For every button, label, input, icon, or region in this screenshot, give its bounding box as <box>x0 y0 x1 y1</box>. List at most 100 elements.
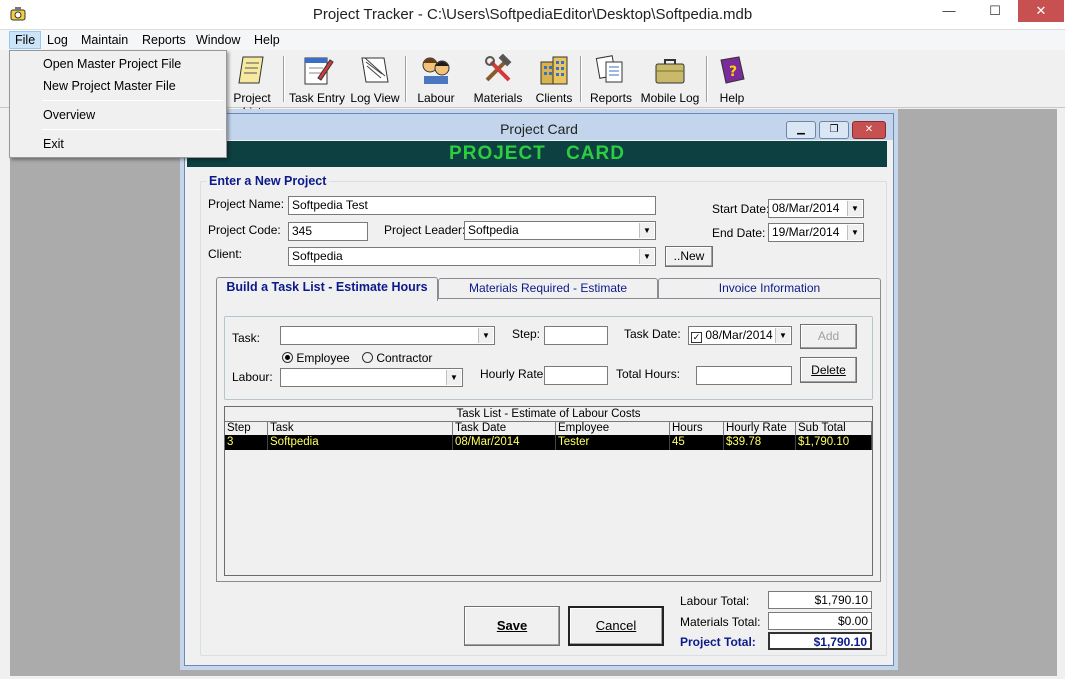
toolbar-separator <box>706 56 708 102</box>
toolbar-log-view[interactable]: Log View <box>349 54 401 105</box>
minimize-button[interactable]: — <box>926 0 972 22</box>
grid-cell-step[interactable]: 3 <box>225 435 268 450</box>
toolbar-clients[interactable]: Clients <box>533 54 575 105</box>
grid-header-employee[interactable]: Employee <box>556 421 670 435</box>
contractor-radio[interactable]: Contractor <box>362 351 432 365</box>
grid-cell-task-date[interactable]: 08/Mar/2014 <box>453 435 556 450</box>
grid-header-sub-total[interactable]: Sub Total <box>796 421 872 435</box>
grid-cell-sub-total[interactable]: $1,790.10 <box>796 435 872 450</box>
grid-cell-hourly-rate[interactable]: $39.78 <box>724 435 796 450</box>
chevron-down-icon[interactable]: ▼ <box>639 249 654 264</box>
toolbar-label: Mobile Log <box>640 91 700 105</box>
hourly-rate-input[interactable] <box>544 366 608 385</box>
tab-materials-required[interactable]: Materials Required - Estimate <box>438 278 658 299</box>
menu-item-overview[interactable]: Overview <box>10 105 226 125</box>
cancel-button[interactable]: Cancel <box>568 606 664 646</box>
start-date-picker[interactable]: 08/Mar/2014 ▼ <box>768 199 864 218</box>
project-leader-label: Project Leader: <box>384 223 466 237</box>
toolbar-label: Clients <box>535 91 573 105</box>
task-date-picker[interactable]: ✓ 08/Mar/2014 ▼ <box>688 326 792 345</box>
project-leader-select[interactable]: Softpedia ▼ <box>464 221 656 240</box>
toolbar-mobile-log[interactable]: Mobile Log <box>639 54 701 105</box>
step-input[interactable] <box>544 326 608 345</box>
end-date-value: 19/Mar/2014 <box>772 225 840 239</box>
employee-radio-label: Employee <box>296 351 350 365</box>
project-name-input[interactable]: Softpedia Test <box>288 196 656 215</box>
tools-icon <box>485 53 512 82</box>
toolbar-label: Help <box>719 91 745 105</box>
total-hours-input[interactable] <box>696 366 792 385</box>
task-date-value: 08/Mar/2014 <box>705 328 773 342</box>
menu-separator <box>42 129 223 130</box>
task-date-label: Task Date: <box>624 327 681 341</box>
card-minimize-button[interactable]: ▁ <box>786 121 816 139</box>
grid-header-task-date[interactable]: Task Date <box>453 421 556 435</box>
grid-header-task[interactable]: Task <box>268 421 453 435</box>
chevron-down-icon[interactable]: ▼ <box>847 225 862 240</box>
toolbar-separator <box>580 56 582 102</box>
labour-select[interactable]: ▼ <box>280 368 463 387</box>
toolbar-separator <box>405 56 407 102</box>
grid-header-hours[interactable]: Hours <box>670 421 724 435</box>
chevron-down-icon[interactable]: ▼ <box>847 201 862 216</box>
scroll-icon <box>238 56 264 84</box>
add-button[interactable]: Add <box>800 324 857 349</box>
toolbar-label: Reports <box>589 91 633 105</box>
checkbox-icon[interactable]: ✓ <box>691 332 702 343</box>
chevron-down-icon[interactable]: ▼ <box>639 223 654 238</box>
close-button[interactable]: ✕ <box>1018 0 1064 22</box>
task-label: Task: <box>232 331 261 345</box>
notepad-pen-icon <box>304 57 334 85</box>
delete-button[interactable]: Delete <box>800 357 857 383</box>
materials-total-label: Materials Total: <box>680 615 761 629</box>
card-close-button[interactable]: ✕ <box>852 121 886 139</box>
start-date-value: 08/Mar/2014 <box>772 201 840 215</box>
radio-empty-icon <box>362 352 373 363</box>
task-select[interactable]: ▼ <box>280 326 495 345</box>
log-pages-icon <box>361 57 389 83</box>
client-select[interactable]: Softpedia ▼ <box>288 247 656 266</box>
radio-selected-icon <box>282 352 293 363</box>
toolbar-task-entry[interactable]: Task Entry <box>289 54 345 105</box>
card-restore-button[interactable]: ❐ <box>819 121 849 139</box>
grid-cell-employee[interactable]: Tester <box>556 435 670 450</box>
window-title: Project Tracker - C:\Users\SoftpediaEdit… <box>312 6 753 23</box>
menu-window[interactable]: Window <box>191 31 245 49</box>
tab-invoice-information[interactable]: Invoice Information <box>658 278 881 299</box>
project-code-label: Project Code: <box>208 223 281 237</box>
chevron-down-icon[interactable]: ▼ <box>478 328 493 343</box>
project-name-label: Project Name: <box>208 197 285 211</box>
new-client-button[interactable]: ..New <box>665 246 713 267</box>
grid-caption: Task List - Estimate of Labour Costs <box>456 408 641 420</box>
maximize-button[interactable]: ☐ <box>972 0 1018 22</box>
toolbar-materials[interactable]: Materials <box>472 53 524 105</box>
menu-help[interactable]: Help <box>249 31 285 49</box>
chevron-down-icon[interactable]: ▼ <box>775 328 790 343</box>
save-button[interactable]: Save <box>464 606 560 646</box>
menu-reports[interactable]: Reports <box>137 31 191 49</box>
project-code-input[interactable]: 345 <box>288 222 368 241</box>
toolbar-labour[interactable]: Labour <box>413 54 459 105</box>
menu-item-new-project-master-file[interactable]: New Project Master File <box>10 76 226 96</box>
hourly-rate-label: Hourly Rate: <box>480 367 547 381</box>
client-label: Client: <box>208 247 243 261</box>
labour-total-label: Labour Total: <box>680 594 750 608</box>
grid-header-step[interactable]: Step <box>225 421 268 435</box>
menu-log[interactable]: Log <box>42 31 73 49</box>
grid-cell-hours[interactable]: 45 <box>670 435 724 450</box>
grid-cell-task[interactable]: Softpedia <box>268 435 453 450</box>
menu-item-exit[interactable]: Exit <box>10 134 226 154</box>
chevron-down-icon[interactable]: ▼ <box>446 370 461 385</box>
project-leader-value: Softpedia <box>468 223 519 237</box>
tab-build-task-list[interactable]: Build a Task List - Estimate Hours <box>216 277 438 301</box>
end-date-picker[interactable]: 19/Mar/2014 ▼ <box>768 223 864 242</box>
toolbar-help[interactable]: ? Help <box>713 54 751 105</box>
menu-item-open-master-project-file[interactable]: Open Master Project File <box>10 54 226 74</box>
toolbar-label: Log View <box>350 91 400 105</box>
grid-header-hourly-rate[interactable]: Hourly Rate <box>724 421 796 435</box>
end-date-label: End Date: <box>712 226 766 240</box>
employee-radio[interactable]: Employee <box>282 351 350 365</box>
menu-file[interactable]: File <box>9 31 42 49</box>
menu-maintain[interactable]: Maintain <box>76 31 133 49</box>
toolbar-reports[interactable]: Reports <box>588 54 634 105</box>
